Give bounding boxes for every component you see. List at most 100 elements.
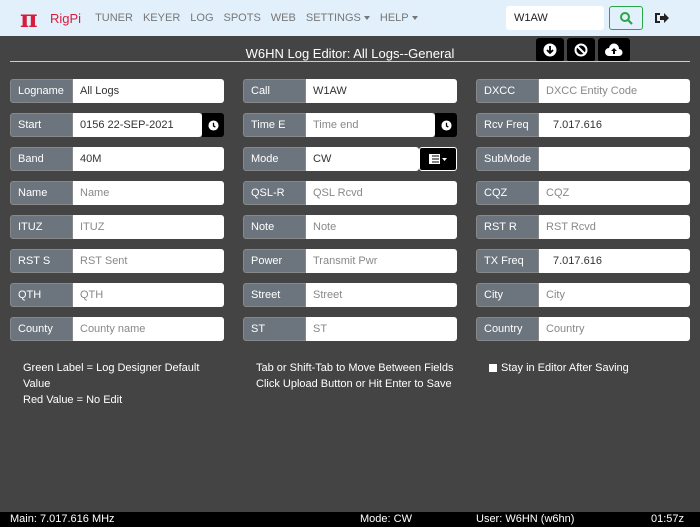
cloud-upload-icon [605, 43, 623, 56]
ituz-input[interactable]: ITUZ [73, 215, 224, 239]
street-label: Street [243, 283, 306, 307]
red-value-note: Red Value = No Edit [23, 394, 123, 406]
city-label: City [476, 283, 539, 307]
field-name: Name Name [10, 181, 224, 205]
cqz-label: CQZ [476, 181, 539, 205]
band-label: Band [10, 147, 73, 171]
dxcc-input[interactable]: DXCC Entity Code [539, 79, 690, 103]
field-street: Street Street [243, 283, 457, 307]
field-logname: Logname All Logs [10, 79, 224, 103]
search-icon [620, 12, 633, 25]
field-submode: SubMode [476, 147, 690, 171]
field-txfreq: TX Freq 7.017.616 [476, 249, 690, 273]
rcvfreq-label: Rcv Freq [476, 113, 539, 137]
field-qth: QTH QTH [10, 283, 224, 307]
stay-in-editor-checkbox[interactable] [489, 364, 497, 372]
county-label: County [10, 317, 73, 341]
nav-spots[interactable]: SPOTS [224, 12, 261, 24]
list-icon [429, 154, 447, 164]
nav-tuner[interactable]: TUNER [95, 12, 133, 24]
note-input[interactable]: Note [306, 215, 457, 239]
brand-link[interactable]: RigPi [50, 11, 81, 26]
green-label-note-cont: Value [23, 378, 51, 390]
logout-icon[interactable] [654, 10, 670, 26]
start-clock-button[interactable] [202, 113, 224, 137]
page-title: W6HN Log Editor: All Logs--General [245, 46, 455, 61]
band-input[interactable]: 40M [73, 147, 224, 171]
county-input[interactable]: County name [73, 317, 224, 341]
note-label: Note [243, 215, 306, 239]
timee-input[interactable]: Time end [306, 113, 435, 137]
stay-in-editor-label: Stay in Editor After Saving [501, 362, 629, 374]
nav-keyer[interactable]: KEYER [143, 12, 180, 24]
caret-down-icon [411, 16, 418, 21]
legend-notes: Green Label = Log Designer Default Value… [23, 360, 199, 408]
tab-note: Tab or Shift-Tab to Move Between Fields [256, 362, 454, 374]
arrow-down-circle-icon [543, 43, 557, 57]
field-timee: Time E Time end [243, 113, 457, 137]
field-mode: Mode CW [243, 147, 457, 171]
field-power: Power Transmit Pwr [243, 249, 457, 273]
nav-help-dropdown[interactable]: HELP [380, 12, 418, 24]
upload-button[interactable] [598, 38, 630, 62]
timee-label: Time E [243, 113, 306, 137]
country-label: Country [476, 317, 539, 341]
power-label: Power [243, 249, 306, 273]
green-label-note: Green Label = Log Designer Default [23, 362, 200, 374]
rigpi-logo[interactable]: π [20, 4, 42, 33]
submode-input[interactable] [539, 147, 690, 171]
field-cqz: CQZ CQZ [476, 181, 690, 205]
status-user: User: W6HN (w6hn) [476, 513, 575, 525]
street-input[interactable]: Street [306, 283, 457, 307]
st-input[interactable]: ST [306, 317, 457, 341]
city-input[interactable]: City [539, 283, 690, 307]
search-button[interactable] [609, 6, 643, 30]
start-input[interactable]: 0156 22-SEP-2021 [73, 113, 202, 137]
qslr-input[interactable]: QSL Rcvd [306, 181, 457, 205]
mode-input[interactable]: CW [306, 147, 419, 171]
call-label: Call [243, 79, 306, 103]
nav-log[interactable]: LOG [190, 12, 213, 24]
country-input[interactable]: Country [539, 317, 690, 341]
name-input[interactable]: Name [73, 181, 224, 205]
name-label: Name [10, 181, 73, 205]
status-mode: Mode: CW [360, 513, 412, 525]
field-rstr: RST R RST Rcvd [476, 215, 690, 239]
txfreq-input[interactable]: 7.017.616 [539, 249, 690, 273]
clock-icon [207, 119, 219, 131]
rstr-label: RST R [476, 215, 539, 239]
stay-in-editor[interactable]: Stay in Editor After Saving [489, 360, 629, 376]
field-dxcc: DXCC DXCC Entity Code [476, 79, 690, 103]
timee-clock-button[interactable] [435, 113, 457, 137]
cqz-input[interactable]: CQZ [539, 181, 690, 205]
qth-input[interactable]: QTH [73, 283, 224, 307]
nav-settings-dropdown[interactable]: SETTINGS [306, 12, 370, 24]
qth-label: QTH [10, 283, 73, 307]
field-county: County County name [10, 317, 224, 341]
rsts-input[interactable]: RST Sent [73, 249, 224, 273]
submode-label: SubMode [476, 147, 539, 171]
field-city: City City [476, 283, 690, 307]
field-note: Note Note [243, 215, 457, 239]
rstr-input[interactable]: RST Rcvd [539, 215, 690, 239]
rcvfreq-input[interactable]: 7.017.616 [539, 113, 690, 137]
power-input[interactable]: Transmit Pwr [306, 249, 457, 273]
mode-dropdown-button[interactable] [419, 147, 457, 171]
cancel-button[interactable] [567, 38, 595, 62]
field-call: Call W1AW [243, 79, 457, 103]
status-main-freq: Main: 7.017.616 MHz [10, 513, 115, 525]
call-input[interactable]: W1AW [306, 79, 457, 103]
logname-input[interactable]: All Logs [73, 79, 224, 103]
save-note: Click Upload Button or Hit Enter to Save [256, 378, 452, 390]
caret-down-icon [363, 16, 370, 21]
field-st: ST ST [243, 317, 457, 341]
ituz-label: ITUZ [10, 215, 73, 239]
download-button[interactable] [536, 38, 564, 62]
nav-web[interactable]: WEB [271, 12, 296, 24]
status-time: 01:57z [651, 513, 685, 525]
call-search-input[interactable] [506, 6, 604, 30]
ban-icon [574, 43, 588, 57]
rsts-label: RST S [10, 249, 73, 273]
title-divider [10, 61, 690, 62]
navbar: π RigPi TUNER KEYER LOG SPOTS WEB SETTIN… [0, 0, 700, 36]
